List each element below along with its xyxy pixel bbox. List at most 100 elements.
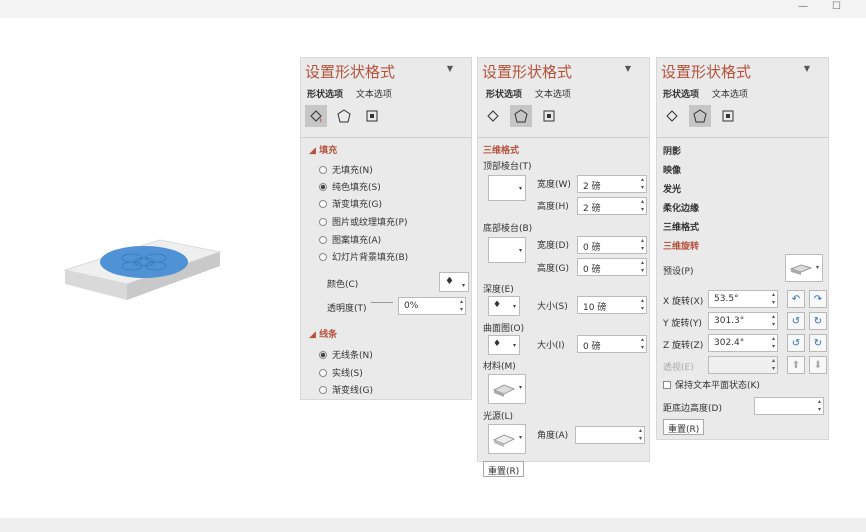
perspective-input bbox=[708, 356, 778, 374]
depth-size-input[interactable]: 10 磅 bbox=[577, 296, 647, 314]
rotate-clockwise-icon[interactable]: ↻ bbox=[809, 334, 827, 352]
depth-label: 深度(E) bbox=[483, 285, 514, 295]
category-reflection[interactable]: 映像 bbox=[663, 163, 681, 176]
x-rotation-label: X 旋转(X) bbox=[663, 297, 704, 307]
x-rotation-input[interactable]: 53.5° bbox=[708, 290, 778, 308]
status-bar bbox=[0, 518, 866, 532]
minimize-button[interactable]: — bbox=[798, 1, 808, 12]
category-glow[interactable]: 发光 bbox=[663, 182, 681, 195]
radio-no-line[interactable]: 无线条(N) bbox=[319, 348, 373, 361]
format-shape-pane-3d-rotation: 设置形状格式 ▼ 形状选项 文本选项 阴影 映像 发光 柔化边缘 三维格式 三维… bbox=[656, 57, 829, 440]
material-preview-icon bbox=[492, 384, 516, 397]
radio-slide-background-fill[interactable]: 幻灯片背景填充(B) bbox=[319, 250, 408, 263]
pane-options-icon[interactable]: ▼ bbox=[804, 64, 810, 73]
lighting-dropdown[interactable]: ▾ bbox=[488, 424, 526, 454]
size-properties-icon[interactable] bbox=[361, 105, 383, 127]
material-dropdown[interactable]: ▾ bbox=[488, 374, 526, 404]
tab-text-options[interactable]: 文本选项 bbox=[356, 90, 392, 100]
bottom-width-label: 宽度(D) bbox=[537, 241, 569, 251]
bottom-bevel-label: 底部棱台(B) bbox=[483, 224, 533, 234]
rotate-left-icon[interactable]: ↶ bbox=[787, 290, 805, 308]
radio-solid-line[interactable]: 实线(S) bbox=[319, 366, 363, 379]
reset-button[interactable]: 重置(R) bbox=[483, 461, 525, 477]
y-rotation-label: Y 旋转(Y) bbox=[663, 319, 702, 329]
format-shape-pane-3d-format: 设置形状格式 ▼ 形状选项 文本选项 三维格式 顶部棱台(T) ▾ 宽度(W) … bbox=[477, 57, 650, 477]
angle-label: 角度(A) bbox=[537, 431, 569, 441]
top-width-label: 宽度(W) bbox=[537, 180, 571, 190]
tab-text-options[interactable]: 文本选项 bbox=[712, 90, 748, 100]
transparency-input[interactable]: 0% bbox=[398, 297, 466, 315]
paint-bucket-icon: ♦ bbox=[445, 276, 454, 287]
radio-gradient-line[interactable]: 渐变线(G) bbox=[319, 383, 373, 396]
title-bar: — ☐ bbox=[0, 0, 866, 18]
pane-options-icon[interactable]: ▼ bbox=[447, 64, 453, 73]
depth-color-button[interactable]: ♦ ▾ bbox=[488, 296, 520, 316]
preset-preview-icon bbox=[789, 264, 813, 275]
color-label: 颜色(C) bbox=[327, 280, 359, 290]
top-bevel-dropdown[interactable]: ▾ bbox=[488, 175, 526, 201]
pane-title: 设置形状格式 bbox=[305, 63, 396, 81]
rotate-counterclockwise-icon[interactable]: ↺ bbox=[787, 334, 805, 352]
preset-dropdown[interactable]: ▾ bbox=[785, 254, 823, 282]
z-rotation-label: Z 旋转(Z) bbox=[663, 341, 704, 351]
fill-line-icon[interactable] bbox=[661, 105, 683, 127]
radio-picture-fill[interactable]: 图片或纹理填充(P) bbox=[319, 215, 407, 228]
radio-pattern-fill[interactable]: 图案填充(A) bbox=[319, 233, 381, 246]
tab-shape[interactable]: 形状 bbox=[486, 90, 504, 100]
3d-shape[interactable] bbox=[40, 220, 260, 320]
top-width-input[interactable]: 2 磅 bbox=[577, 175, 647, 193]
bottom-height-label: 高度(G) bbox=[537, 264, 569, 274]
size-properties-icon[interactable] bbox=[717, 105, 739, 127]
section-3d-format: 三维格式 bbox=[483, 146, 520, 156]
pane-options-icon[interactable]: ▼ bbox=[625, 64, 631, 73]
bottom-height-input[interactable]: 0 磅 bbox=[577, 258, 647, 276]
effects-pentagon-icon[interactable] bbox=[333, 105, 355, 127]
effects-pentagon-icon[interactable] bbox=[689, 105, 711, 127]
keep-text-flat-checkbox[interactable]: 保持文本平面状态(K) bbox=[663, 378, 760, 391]
tab-shape-options[interactable]: 形状选项 bbox=[307, 90, 343, 100]
pane-title: 设置形状格式 bbox=[482, 63, 573, 81]
bottom-bevel-dropdown[interactable]: ▾ bbox=[488, 237, 526, 263]
category-shadow[interactable]: 阴影 bbox=[663, 144, 681, 157]
line-section-header[interactable]: ◢ 线条 bbox=[309, 327, 337, 340]
fill-line-icon[interactable] bbox=[305, 105, 327, 127]
preset-label: 预设(P) bbox=[663, 267, 694, 277]
maximize-button[interactable]: ☐ bbox=[832, 1, 841, 12]
bottom-width-input[interactable]: 0 磅 bbox=[577, 236, 647, 254]
transparency-slider[interactable] bbox=[371, 302, 393, 303]
top-height-input[interactable]: 2 磅 bbox=[577, 197, 647, 215]
size-properties-icon[interactable] bbox=[538, 105, 560, 127]
y-rotation-input[interactable]: 301.3° bbox=[708, 312, 778, 330]
distance-from-ground-input[interactable] bbox=[754, 397, 824, 415]
transparency-label: 透明度(T) bbox=[327, 304, 367, 314]
rotate-up-icon[interactable]: ↺ bbox=[787, 312, 805, 330]
z-rotation-input[interactable]: 302.4° bbox=[708, 334, 778, 352]
paint-bucket-icon: ♦ bbox=[493, 339, 502, 349]
radio-solid-fill[interactable]: 纯色填充(S) bbox=[319, 180, 381, 193]
perspective-down-icon: ⬇ bbox=[809, 356, 827, 374]
angle-input[interactable] bbox=[575, 426, 645, 444]
color-picker-button[interactable]: ♦ ▾ bbox=[439, 272, 469, 292]
pane-title: 设置形状格式 bbox=[661, 63, 752, 81]
reset-button[interactable]: 重置(R) bbox=[663, 419, 705, 435]
rotate-down-icon[interactable]: ↻ bbox=[809, 312, 827, 330]
top-bevel-label: 顶部棱台(T) bbox=[483, 162, 532, 172]
rotate-right-icon[interactable]: ↷ bbox=[809, 290, 827, 308]
category-3d-rotation[interactable]: 三维旋转 bbox=[663, 239, 699, 252]
radio-no-fill[interactable]: 无填充(N) bbox=[319, 163, 373, 176]
category-soft-edges[interactable]: 柔化边缘 bbox=[663, 201, 699, 214]
effects-pentagon-icon[interactable] bbox=[510, 105, 532, 127]
contour-size-input[interactable]: 0 磅 bbox=[577, 335, 647, 353]
depth-size-label: 大小(S) bbox=[537, 302, 568, 312]
lighting-preview-icon bbox=[492, 434, 516, 447]
fill-line-icon[interactable] bbox=[482, 105, 504, 127]
tab-shape-options[interactable]: 形状选项 bbox=[663, 90, 699, 100]
tab-text-options[interactable]: 文本选项 bbox=[535, 90, 571, 100]
fill-section-header[interactable]: ◢ 填充 bbox=[309, 143, 337, 156]
perspective-label: 透视(E) bbox=[663, 363, 694, 373]
tab-options[interactable]: 选项 bbox=[504, 90, 522, 100]
contour-color-button[interactable]: ♦ ▾ bbox=[488, 335, 520, 355]
category-3d-format[interactable]: 三维格式 bbox=[663, 220, 699, 233]
radio-gradient-fill[interactable]: 渐变填充(G) bbox=[319, 197, 382, 210]
lighting-label: 光源(L) bbox=[483, 412, 514, 422]
